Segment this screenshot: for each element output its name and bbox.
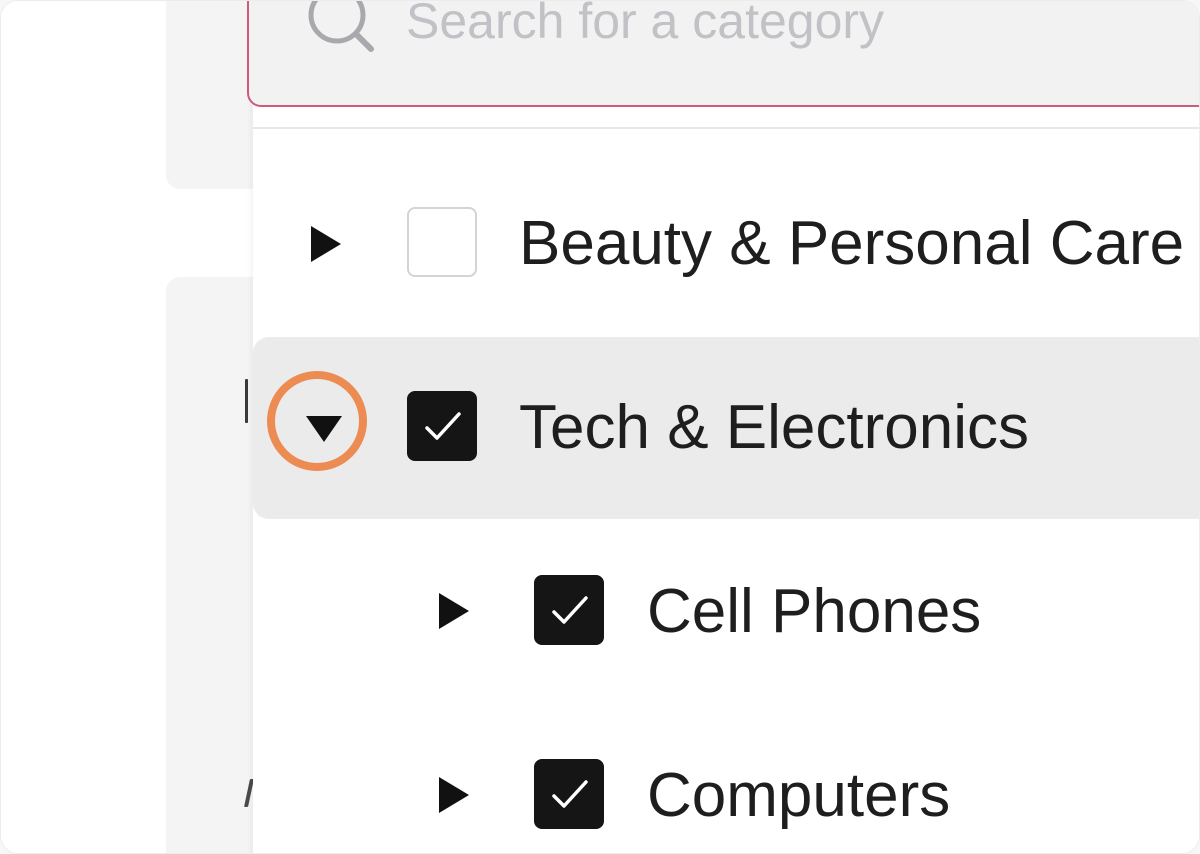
caret-right-icon[interactable] <box>311 226 341 262</box>
caret-down-icon[interactable] <box>306 416 342 442</box>
checkbox-cell-phones[interactable] <box>534 575 604 645</box>
category-label: Beauty & Personal Care <box>519 209 1185 278</box>
checkmark-icon <box>552 596 588 624</box>
checkbox-tech-electronics[interactable] <box>407 391 477 461</box>
category-search-input[interactable] <box>406 1 1166 53</box>
checkbox-beauty-personal-care[interactable] <box>407 207 477 277</box>
screenshot-frame: Beauty & Personal Care Tech & Electronic… <box>0 0 1200 854</box>
search-divider <box>253 127 1199 129</box>
checkbox-computers[interactable] <box>534 759 604 829</box>
obscured-text-fragment <box>245 379 248 423</box>
category-label: Tech & Electronics <box>519 393 1029 462</box>
caret-right-icon[interactable] <box>439 593 469 629</box>
checkmark-icon <box>552 780 588 808</box>
search-icon <box>308 1 374 52</box>
checkmark-icon <box>425 412 461 440</box>
category-label: Computers <box>647 761 951 830</box>
category-label: Cell Phones <box>647 577 982 646</box>
caret-right-icon[interactable] <box>439 777 469 813</box>
